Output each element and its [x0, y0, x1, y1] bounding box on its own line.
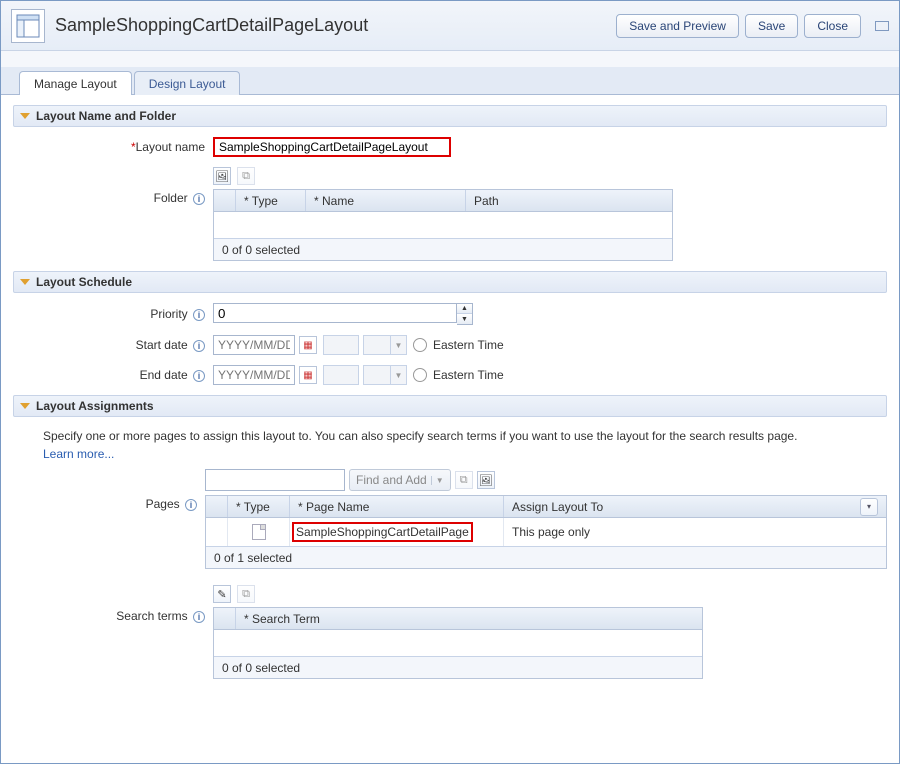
col-assign[interactable]: Assign Layout To▾ [504, 496, 886, 517]
pages-grid-footer: 0 of 1 selected [206, 546, 886, 568]
timezone-label: Eastern Time [433, 368, 504, 382]
tab-strip: Manage Layout Design Layout [1, 67, 899, 95]
info-icon[interactable]: i [185, 499, 197, 511]
find-add-toolbar: Find and Add▼ ⧉ 🖼 [205, 469, 887, 491]
header-bar: SampleShoppingCartDetailPageLayout Save … [1, 1, 899, 51]
copy-icon[interactable]: ⧉ [237, 167, 255, 185]
highlighted-page-name: SampleShoppingCartDetailPage [292, 522, 473, 542]
learn-more-link[interactable]: Learn more... [43, 447, 114, 461]
row-search-terms: Search terms i ✎ ⧉ * Search Term 0 of 0 … [13, 585, 887, 679]
app-frame: SampleShoppingCartDetailPageLayout Save … [0, 0, 900, 764]
label-search-terms: Search terms i [13, 585, 213, 623]
save-button[interactable]: Save [745, 14, 798, 38]
restore-window-icon[interactable] [875, 21, 889, 31]
assign-value: This page only [504, 518, 886, 546]
search-terms-grid: * Search Term 0 of 0 selected [213, 607, 703, 679]
browse-icon[interactable]: 🖼 [213, 167, 231, 185]
col-path[interactable]: Path [466, 190, 672, 211]
disclosure-icon[interactable] [20, 403, 30, 409]
copy-term-icon[interactable]: ⧉ [237, 585, 255, 603]
start-time-ampm[interactable]: ▼ [363, 335, 407, 355]
clock-icon [413, 338, 427, 352]
calendar-icon[interactable]: ▦ [299, 336, 317, 354]
section-title-schedule: Layout Schedule [36, 275, 132, 289]
label-end-date: End date i [13, 368, 213, 382]
close-button[interactable]: Close [804, 14, 861, 38]
page-title: SampleShoppingCartDetailPageLayout [55, 15, 616, 36]
info-icon[interactable]: i [193, 611, 205, 623]
info-icon[interactable]: i [193, 309, 205, 321]
search-terms-grid-header: * Search Term [214, 608, 702, 630]
find-and-add-button[interactable]: Find and Add▼ [349, 469, 451, 491]
priority-input[interactable] [213, 303, 457, 323]
section-title-assignments: Layout Assignments [36, 399, 154, 413]
search-terms-grid-body [214, 630, 702, 656]
save-and-preview-button[interactable]: Save and Preview [616, 14, 739, 38]
end-time-hour[interactable] [323, 365, 359, 385]
section-head-assignments: Layout Assignments [13, 395, 887, 417]
folder-grid-body [214, 212, 672, 238]
info-icon[interactable]: i [193, 193, 205, 205]
layout-icon [11, 9, 45, 43]
disclosure-icon[interactable] [20, 279, 30, 285]
row-start-date: Start date i ▦ ▼ Eastern Time [13, 335, 887, 355]
section-title-name-folder: Layout Name and Folder [36, 109, 176, 123]
tab-design-layout[interactable]: Design Layout [134, 71, 241, 95]
assignments-description: Specify one or more pages to assign this… [43, 427, 871, 463]
clock-icon [413, 368, 427, 382]
col-search-term[interactable]: * Search Term [236, 608, 702, 629]
row-priority: Priority i ▲ ▼ [13, 303, 887, 325]
end-time-ampm[interactable]: ▼ [363, 365, 407, 385]
priority-spinner: ▲ ▼ [213, 303, 473, 325]
browse-page-icon[interactable]: 🖼 [477, 471, 495, 489]
section-head-schedule: Layout Schedule [13, 271, 887, 293]
pages-grid-header: * Type * Page Name Assign Layout To▾ [206, 496, 886, 518]
pages-grid: * Type * Page Name Assign Layout To▾ Sam… [205, 495, 887, 569]
row-folder: Folder i 🖼 ⧉ * Type * Name Path 0 of 0 s… [13, 167, 887, 261]
pages-grid-row[interactable]: SampleShoppingCartDetailPage This page o… [206, 518, 886, 546]
content-area: Layout Name and Folder *Layout name Fold… [1, 95, 899, 763]
folder-grid-header: * Type * Name Path [214, 190, 672, 212]
spinner-down[interactable]: ▼ [457, 314, 472, 324]
new-term-icon[interactable]: ✎ [213, 585, 231, 603]
col-type[interactable]: * Type [228, 496, 290, 517]
start-date-input[interactable] [213, 335, 295, 355]
copy-page-icon[interactable]: ⧉ [455, 471, 473, 489]
column-menu-icon[interactable]: ▾ [860, 498, 878, 516]
col-type[interactable]: * Type [236, 190, 306, 211]
page-icon [252, 524, 266, 540]
section-head-name-folder: Layout Name and Folder [13, 105, 887, 127]
search-terms-grid-footer: 0 of 0 selected [214, 656, 702, 678]
search-terms-toolbar: ✎ ⧉ [213, 585, 703, 603]
spinner-up[interactable]: ▲ [457, 304, 472, 314]
row-layout-name: *Layout name [13, 137, 887, 157]
label-folder: Folder i [13, 167, 213, 205]
tab-manage-layout[interactable]: Manage Layout [19, 71, 132, 95]
col-name[interactable]: * Name [306, 190, 466, 211]
label-pages: Pages i [13, 469, 205, 511]
find-input[interactable] [205, 469, 345, 491]
calendar-icon[interactable]: ▦ [299, 366, 317, 384]
label-start-date: Start date i [13, 338, 213, 352]
end-date-input[interactable] [213, 365, 295, 385]
label-layout-name: *Layout name [13, 140, 213, 154]
folder-grid: * Type * Name Path 0 of 0 selected [213, 189, 673, 261]
label-priority: Priority i [13, 307, 213, 321]
header-buttons: Save and Preview Save Close [616, 14, 889, 38]
info-icon[interactable]: i [193, 340, 205, 352]
disclosure-icon[interactable] [20, 113, 30, 119]
col-page-name[interactable]: * Page Name [290, 496, 504, 517]
start-time-hour[interactable] [323, 335, 359, 355]
folder-grid-footer: 0 of 0 selected [214, 238, 672, 260]
timezone-label: Eastern Time [433, 338, 504, 352]
layout-name-input[interactable] [213, 137, 451, 157]
row-end-date: End date i ▦ ▼ Eastern Time [13, 365, 887, 385]
row-pages: Pages i Find and Add▼ ⧉ 🖼 * Type * Page … [13, 469, 887, 569]
info-icon[interactable]: i [193, 370, 205, 382]
folder-toolbar: 🖼 ⧉ [213, 167, 673, 185]
